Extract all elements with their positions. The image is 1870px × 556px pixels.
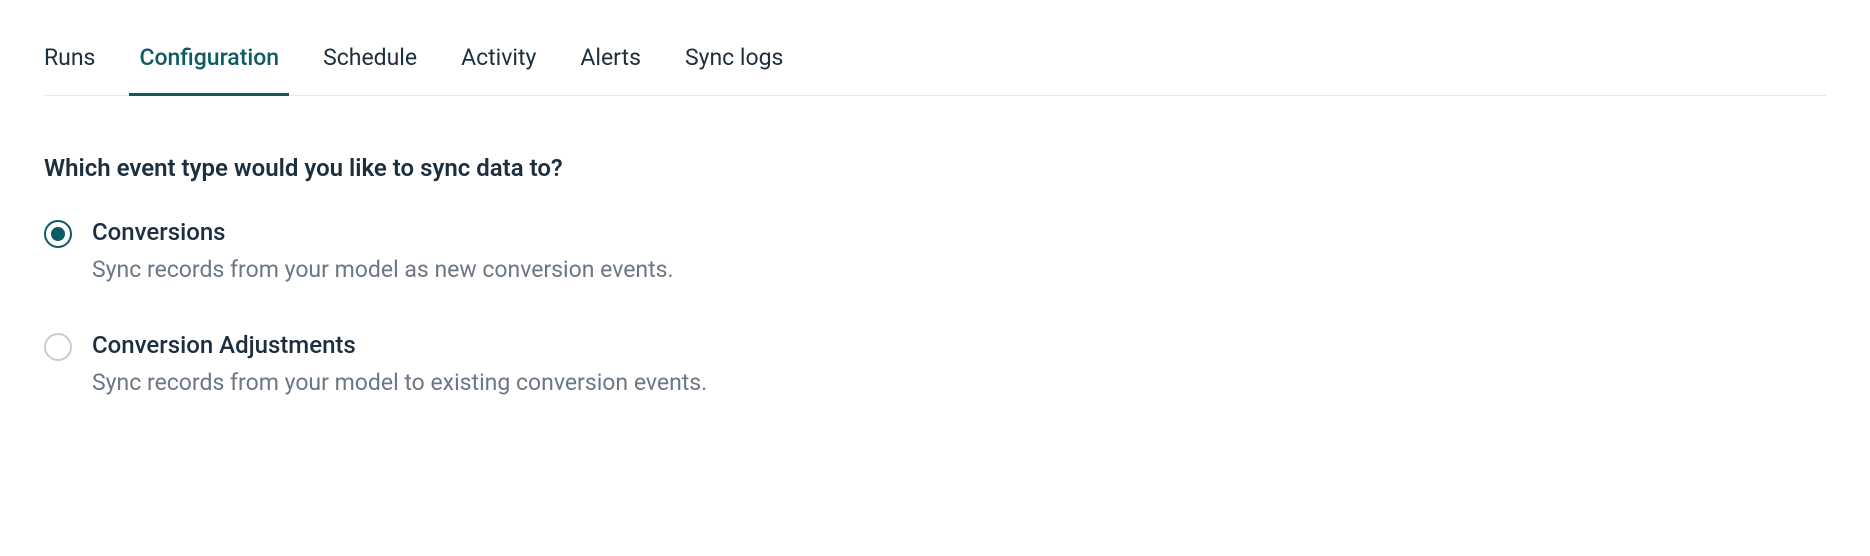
option-desc-conversions: Sync records from your model as new conv… xyxy=(92,256,674,283)
tab-runs[interactable]: Runs xyxy=(44,44,95,95)
tab-alerts[interactable]: Alerts xyxy=(580,44,641,95)
radio-conversions[interactable] xyxy=(44,220,72,248)
option-body: Conversions Sync records from your model… xyxy=(92,218,674,283)
option-title-conversion-adjustments[interactable]: Conversion Adjustments xyxy=(92,331,707,359)
event-type-question: Which event type would you like to sync … xyxy=(44,154,1826,182)
option-conversions[interactable]: Conversions Sync records from your model… xyxy=(44,218,1826,283)
tab-activity[interactable]: Activity xyxy=(461,44,536,95)
option-desc-conversion-adjustments: Sync records from your model to existing… xyxy=(92,369,707,396)
tab-schedule[interactable]: Schedule xyxy=(323,44,417,95)
option-title-conversions[interactable]: Conversions xyxy=(92,218,674,246)
option-conversion-adjustments[interactable]: Conversion Adjustments Sync records from… xyxy=(44,331,1826,396)
radio-conversion-adjustments[interactable] xyxy=(44,333,72,361)
tab-sync-logs[interactable]: Sync logs xyxy=(685,44,783,95)
option-body: Conversion Adjustments Sync records from… xyxy=(92,331,707,396)
tab-configuration[interactable]: Configuration xyxy=(139,44,279,95)
tabs-bar: Runs Configuration Schedule Activity Ale… xyxy=(44,44,1826,96)
configuration-content: Which event type would you like to sync … xyxy=(44,96,1826,396)
